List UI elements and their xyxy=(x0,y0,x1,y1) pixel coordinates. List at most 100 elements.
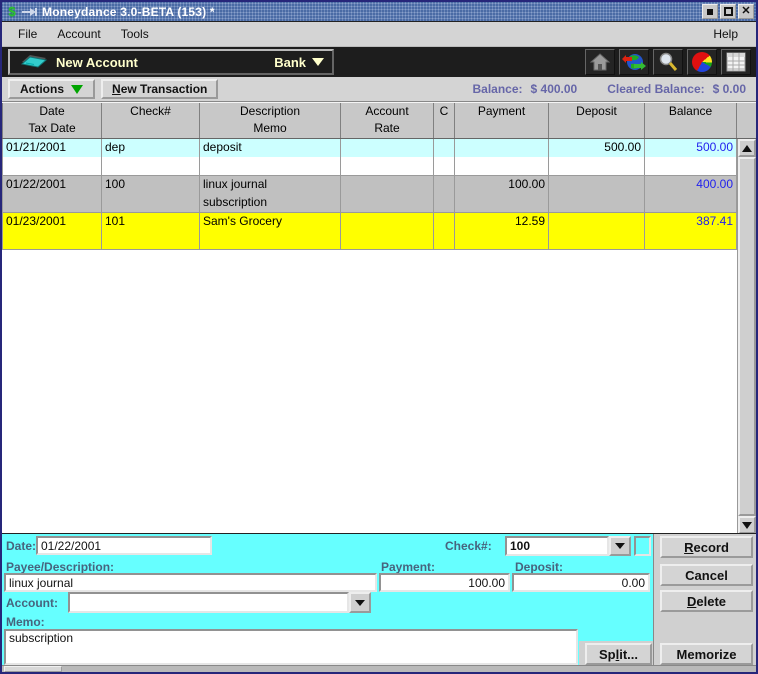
cell-date: 01/21/2001 xyxy=(2,139,102,157)
cell-payment: 12.59 xyxy=(455,213,549,231)
account-label: Account: xyxy=(6,596,58,610)
date-label: Date: xyxy=(6,539,36,553)
close-icon: ✕ xyxy=(741,6,750,17)
deposit-input[interactable] xyxy=(512,573,650,592)
moneydance-window: $ Moneydance 3.0-BETA (153) * ✕ File Acc… xyxy=(0,0,758,674)
chevron-down-icon xyxy=(312,58,324,66)
cell-deposit: 500.00 xyxy=(549,139,645,157)
actions-dropdown-icon xyxy=(71,85,83,94)
moneydance-logo-icon: $ xyxy=(4,4,20,20)
balance-label: Balance: xyxy=(472,82,522,96)
scroll-up-button[interactable] xyxy=(738,139,756,157)
menu-tools[interactable]: Tools xyxy=(111,24,159,44)
header-account: Account xyxy=(341,103,434,120)
cleared-status-box[interactable] xyxy=(634,536,651,556)
cell-description: linux journal xyxy=(200,176,341,194)
check-number-input[interactable] xyxy=(505,536,609,556)
header-balance: Balance xyxy=(645,103,737,120)
horizontal-scrollbar-thumb[interactable] xyxy=(4,666,62,672)
delete-button[interactable]: Delete xyxy=(660,590,753,612)
cell-memo xyxy=(200,157,341,175)
account-selector[interactable]: New Account Bank xyxy=(8,49,334,75)
new-transaction-button[interactable]: New Transaction xyxy=(101,79,218,99)
record-button[interactable]: Record xyxy=(660,536,753,558)
scrollbar-thumb[interactable] xyxy=(738,157,756,516)
vertical-scrollbar[interactable] xyxy=(737,139,755,534)
home-icon xyxy=(590,53,610,71)
search-button[interactable] xyxy=(653,49,683,75)
header-tax-date: Tax Date xyxy=(2,120,102,138)
cell-balance: 400.00 xyxy=(645,176,737,194)
home-button[interactable] xyxy=(585,49,615,75)
transaction-register: Date Check# Description Account C Paymen… xyxy=(2,101,756,533)
check-number-dropdown-button[interactable] xyxy=(609,536,631,556)
payee-label: Payee/Description: xyxy=(6,560,114,574)
calculator-button[interactable] xyxy=(721,49,751,75)
cleared-balance-value: $ 0.00 xyxy=(713,82,746,96)
payment-label: Payment: xyxy=(381,560,435,574)
cell-date: 01/22/2001 xyxy=(2,176,102,194)
menu-file[interactable]: File xyxy=(8,24,47,44)
header-rate: Rate xyxy=(341,120,434,138)
check-number-label: Check#: xyxy=(445,539,492,553)
menu-help[interactable]: Help xyxy=(703,24,748,44)
cell-deposit xyxy=(549,176,645,194)
register-header: Date Check# Description Account C Paymen… xyxy=(2,102,756,139)
memo-textarea[interactable]: subscription xyxy=(4,629,578,665)
toolbar: New Account Bank xyxy=(2,47,756,77)
cell-memo: subscription xyxy=(200,194,341,212)
cell-description: deposit xyxy=(200,139,341,157)
payee-input[interactable] xyxy=(4,573,377,592)
minimize-icon xyxy=(707,9,713,15)
cleared-balance-label: Cleared Balance: xyxy=(607,82,704,96)
transaction-row-selected[interactable]: 01/22/2001 100 linux journal 100.00 400.… xyxy=(2,175,756,212)
transaction-row-highlighted[interactable]: 01/23/2001 101 Sam's Grocery 12.59 387.4… xyxy=(2,212,756,249)
toolbar-icon-buttons xyxy=(585,49,751,75)
deposit-label: Deposit: xyxy=(515,560,563,574)
transaction-row[interactable]: 01/21/2001 dep deposit 500.00 500.00 xyxy=(2,139,756,175)
maximize-button[interactable] xyxy=(720,4,736,19)
cell-balance: 500.00 xyxy=(645,139,737,157)
form-button-panel: Record Cancel Delete Memorize xyxy=(653,534,756,666)
cell-check: 101 xyxy=(102,213,200,231)
menubar: File Account Tools Help xyxy=(2,22,756,47)
memorize-button[interactable]: Memorize xyxy=(660,643,753,665)
account-selector-label: New Account xyxy=(56,55,138,70)
close-button[interactable]: ✕ xyxy=(738,4,754,19)
balance-summary: Balance: $ 400.00 Cleared Balance: $ 0.0… xyxy=(472,82,746,96)
chevron-down-icon xyxy=(355,600,365,606)
checkbook-icon xyxy=(20,52,48,73)
cancel-button[interactable]: Cancel xyxy=(660,564,753,586)
search-icon xyxy=(658,52,678,72)
online-button[interactable] xyxy=(619,49,649,75)
horizontal-scrollbar[interactable] xyxy=(2,665,756,672)
arrow-down-icon xyxy=(742,522,752,529)
reports-button[interactable] xyxy=(687,49,717,75)
globe-arrows-icon xyxy=(622,52,646,72)
cell-description: Sam's Grocery xyxy=(200,213,341,231)
titlebar[interactable]: $ Moneydance 3.0-BETA (153) * ✕ xyxy=(2,2,756,22)
window-title: Moneydance 3.0-BETA (153) * xyxy=(42,5,215,19)
account-dropdown-button[interactable] xyxy=(349,592,371,613)
payment-input[interactable] xyxy=(379,573,510,592)
action-strip: Actions New Transaction Balance: $ 400.0… xyxy=(2,77,756,101)
split-button[interactable]: Split... xyxy=(585,643,652,665)
account-input[interactable] xyxy=(68,592,349,613)
balance-value: $ 400.00 xyxy=(531,82,578,96)
menu-account[interactable]: Account xyxy=(47,24,110,44)
actions-button[interactable]: Actions xyxy=(8,79,95,99)
header-description: Description xyxy=(200,103,341,120)
cell-deposit xyxy=(549,213,645,231)
cell-check: dep xyxy=(102,139,200,157)
date-input[interactable] xyxy=(36,536,212,555)
minimize-button[interactable] xyxy=(702,4,718,19)
scroll-down-button[interactable] xyxy=(738,516,756,534)
cell-date: 01/23/2001 xyxy=(2,213,102,231)
transaction-edit-form: Date: Check#: Payee/Description: Payment… xyxy=(2,533,756,665)
memo-label: Memo: xyxy=(6,615,45,629)
arrow-up-icon xyxy=(742,145,752,152)
header-memo: Memo xyxy=(200,120,341,138)
window-menu-pin-icon[interactable] xyxy=(22,7,38,17)
header-cleared: C xyxy=(434,103,455,120)
pie-chart-icon xyxy=(692,52,712,72)
